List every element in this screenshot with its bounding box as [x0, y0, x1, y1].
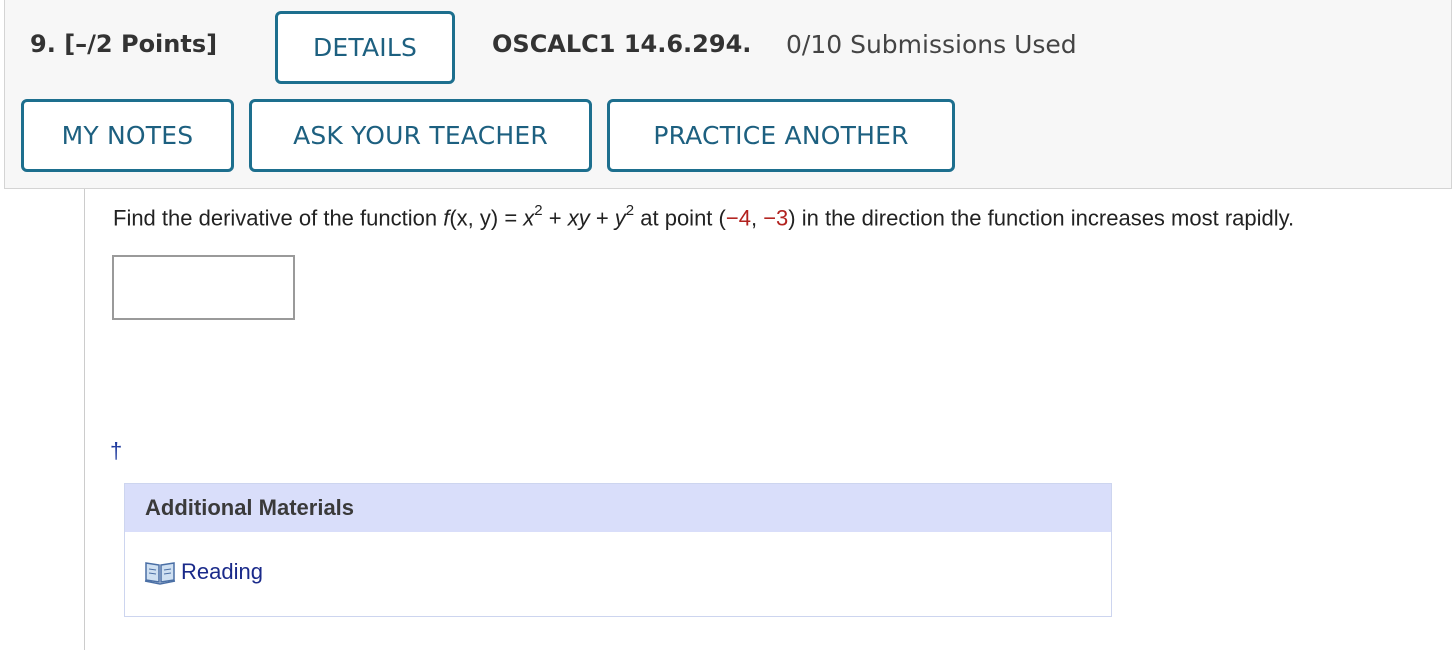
ask-your-teacher-button[interactable]: ASK YOUR TEACHER — [249, 99, 592, 172]
point-x-value: −4 — [725, 205, 751, 231]
book-icon — [144, 559, 176, 585]
content-left-rule — [84, 189, 85, 650]
question-number: 9. — [30, 30, 56, 58]
details-button[interactable]: DETAILS — [275, 11, 455, 84]
plus-sign-2: + — [589, 205, 615, 231]
term3-exponent: 2 — [625, 202, 635, 219]
assignment-code: OSCALC1 14.6.294. — [492, 30, 752, 58]
term3-base: y — [614, 205, 626, 231]
term1-exponent: 2 — [534, 202, 543, 219]
question-prefix: Find the derivative of the function — [113, 205, 444, 231]
my-notes-button[interactable]: MY NOTES — [21, 99, 234, 172]
point-separator: , — [750, 205, 764, 231]
additional-materials-header: Additional Materials — [125, 484, 1111, 532]
point-prefix: at point ( — [634, 205, 726, 231]
footnote-marker: † — [110, 438, 123, 463]
additional-materials-panel: Additional Materials Reading — [124, 483, 1112, 617]
practice-another-button[interactable]: PRACTICE ANOTHER — [607, 99, 955, 172]
question-suffix: ) in the direction the function increase… — [788, 205, 1295, 231]
reading-label: Reading — [181, 559, 263, 584]
point-y-value: −3 — [763, 205, 789, 231]
term1-base: x — [523, 205, 535, 231]
points-label: [–/2 Points] — [64, 30, 218, 58]
question-prompt: Find the derivative of the function f(x,… — [113, 202, 1295, 231]
term2: xy — [567, 205, 590, 231]
equals-sign: = — [498, 205, 524, 231]
question-points-heading: 9. [–/2 Points] — [30, 30, 217, 58]
answer-input[interactable] — [112, 255, 295, 320]
function-args: (x, y) — [449, 205, 499, 231]
plus-sign-1: + — [542, 205, 568, 231]
reading-link[interactable]: Reading — [144, 559, 263, 585]
submissions-used: 0/10 Submissions Used — [786, 30, 1077, 59]
